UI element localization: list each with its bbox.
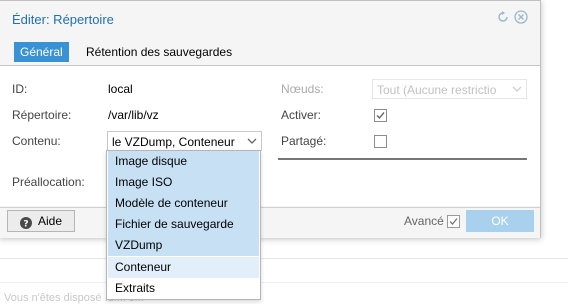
content-label: Contenu: [12, 134, 61, 148]
option-snippets[interactable]: Extraits [108, 278, 259, 299]
directory-value: /var/lib/vz [108, 108, 159, 122]
id-label: ID: [12, 82, 28, 96]
option-container[interactable]: Conteneur [108, 257, 259, 278]
nodes-label: Nœuds: [281, 82, 324, 96]
general-panel: ID: local Répertoire: /var/lib/vz Conten… [0, 66, 540, 206]
background-divider [0, 258, 568, 259]
content-select-value: le VZDump, Conteneur [112, 135, 235, 149]
option-backup-file[interactable]: Fichier de sauvegarde [108, 214, 259, 235]
option-disk-image[interactable]: Image disque [108, 151, 259, 172]
preallocation-label: Préallocation: [12, 175, 85, 189]
check-icon [449, 218, 458, 225]
tab-backup-retention[interactable]: Rétention des sauvegardes [80, 42, 238, 62]
option-container-template[interactable]: Modèle de conteneur [108, 193, 259, 214]
chevron-down-icon[interactable] [511, 83, 523, 95]
shared-checkbox[interactable] [374, 135, 387, 148]
form-separator [278, 158, 527, 160]
svg-text:?: ? [23, 220, 28, 230]
advanced-checkbox[interactable] [447, 215, 460, 228]
help-button[interactable]: ? Aide [7, 210, 75, 232]
help-button-label: Aide [38, 214, 63, 228]
shared-label: Partagé: [281, 134, 327, 148]
id-value: local [108, 82, 133, 96]
content-dropdown-list: Image disque Image ISO Modèle de contene… [106, 150, 261, 300]
reset-icon[interactable] [496, 10, 510, 24]
dialog-titlebar: Éditer: Répertoire [0, 1, 540, 37]
dialog-footer: ? Aide Avancé OK [0, 207, 540, 238]
option-vzdump[interactable]: VZDump [108, 235, 259, 256]
chevron-down-icon[interactable] [246, 135, 258, 147]
help-icon: ? [20, 215, 32, 230]
advanced-label: Avancé [404, 214, 444, 228]
enable-checkbox[interactable] [374, 109, 387, 122]
content-select[interactable]: le VZDump, Conteneur [107, 131, 262, 151]
tab-bar: Général Rétention des sauvegardes [0, 37, 540, 66]
enable-label: Activer: [281, 108, 322, 122]
close-icon[interactable] [514, 10, 528, 24]
background-divider-2 [0, 282, 568, 283]
option-iso-image[interactable]: Image ISO [108, 172, 259, 193]
dialog-title: Éditer: Répertoire [12, 12, 114, 27]
nodes-select-value: Tout (Aucune restrictio [377, 83, 497, 97]
nodes-select[interactable]: Tout (Aucune restrictio [372, 79, 527, 99]
tab-general[interactable]: Général [14, 42, 69, 62]
directory-label: Répertoire: [12, 108, 72, 122]
ok-button[interactable]: OK [466, 210, 534, 232]
edit-directory-dialog: Éditer: Répertoire Général Rétention des… [0, 0, 541, 238]
check-icon [376, 112, 385, 120]
